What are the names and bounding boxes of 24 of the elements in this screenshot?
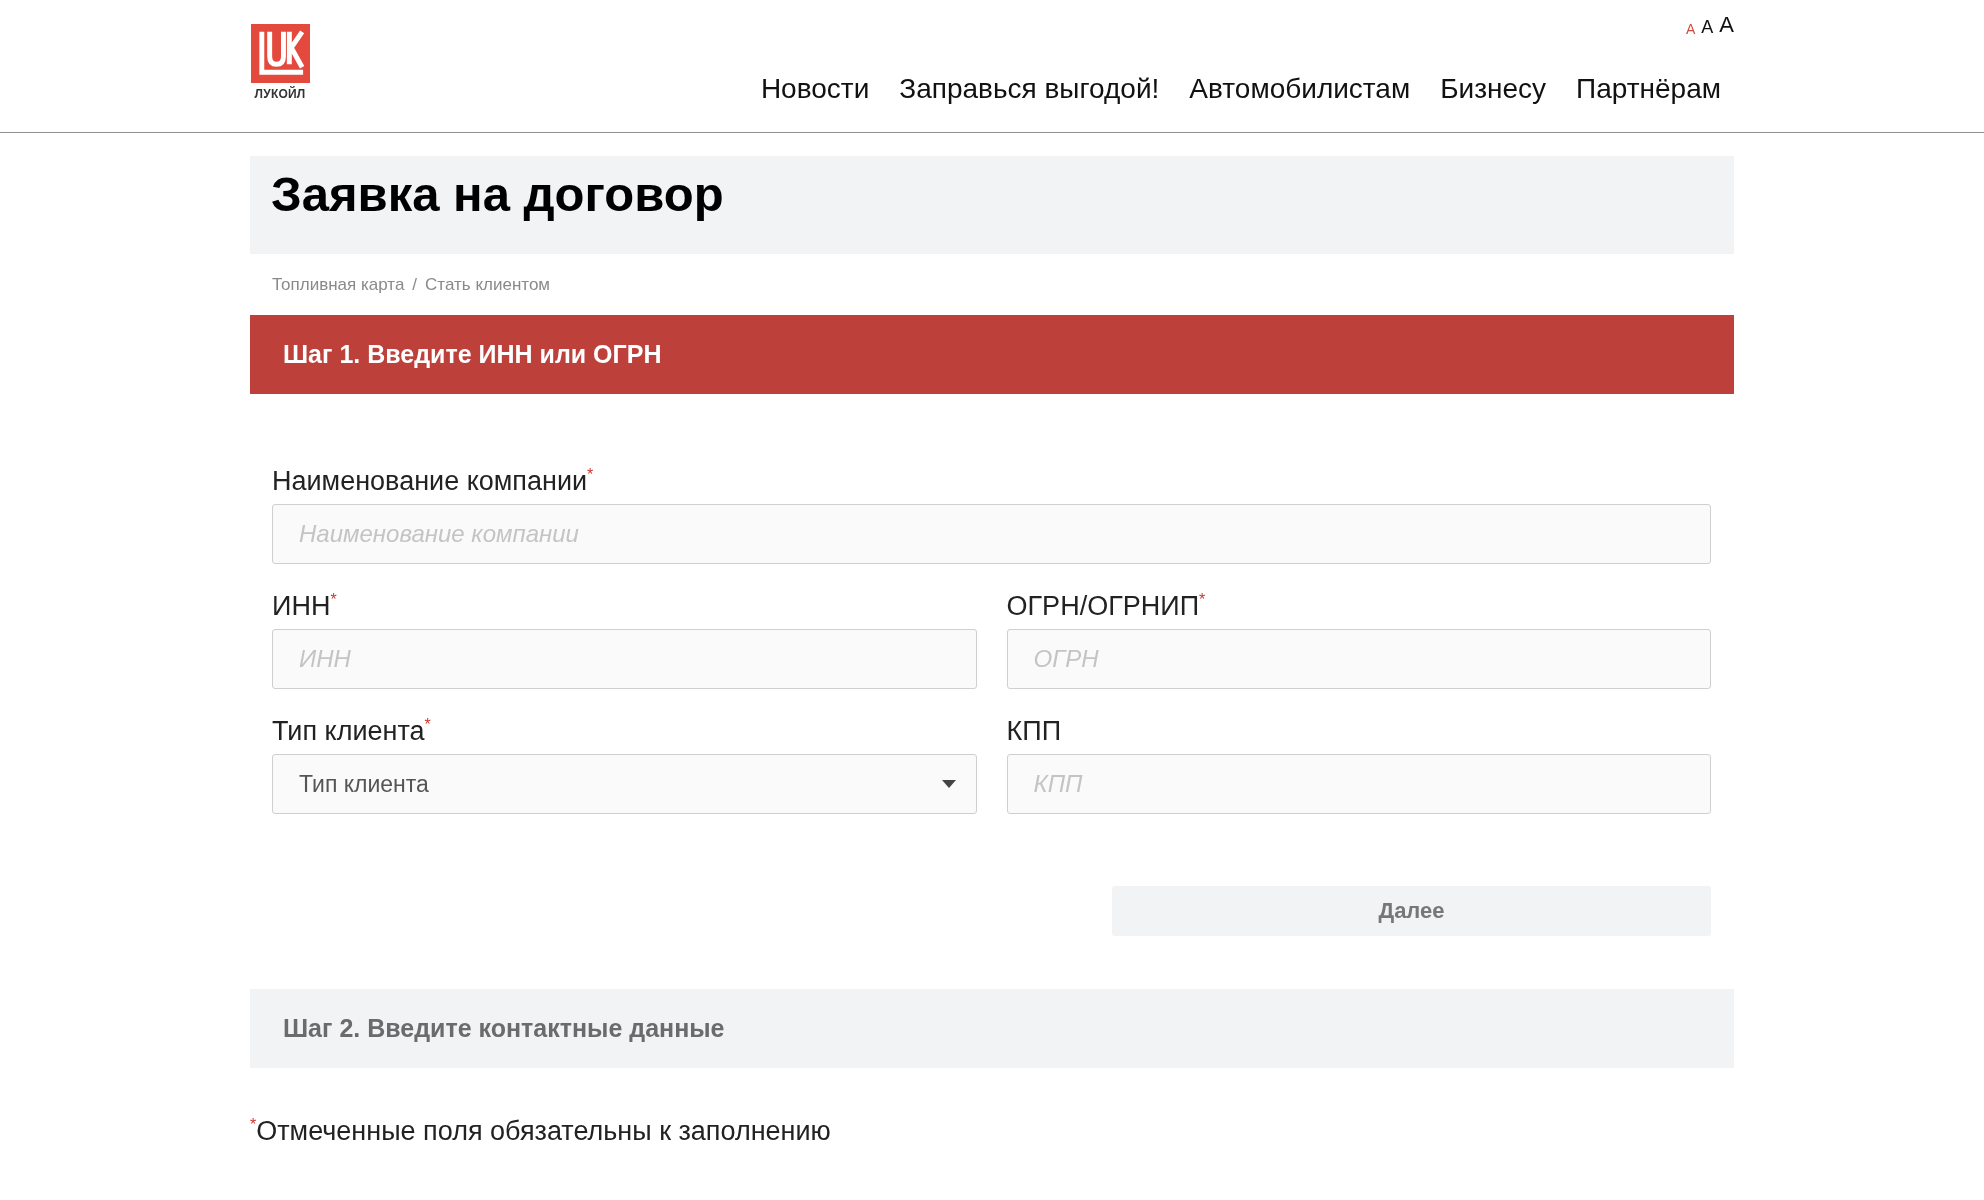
required-fields-note: $^{*}$Отмеченные поля обязательны к заполнению [250, 1116, 831, 1146]
logo-icon[interactable] [250, 24, 310, 83]
step-header[interactable]: Шаг 1. Введите ИНН или ОГРН [250, 315, 1734, 394]
field-label: ОГРН/ОГРНИП$^{*}$ [1006, 591, 1206, 621]
nav-link[interactable]: Партнёрам [1576, 73, 1721, 105]
font-size-button[interactable]: A [1719, 14, 1734, 36]
nav-link[interactable]: Заправься выгодой! [899, 73, 1160, 105]
nav-link[interactable]: Новости [760, 73, 870, 105]
logo-text: ЛУКОЙЛ [254, 87, 306, 101]
field-label: КПП [1006, 716, 1062, 746]
dropdown-select[interactable]: Тип клиента [272, 754, 977, 814]
font-size-button[interactable]: A [1685, 22, 1696, 36]
field-label: ИНН$^{*}$ [272, 591, 337, 621]
nav-link[interactable]: Бизнесу [1440, 73, 1547, 105]
nav-link[interactable]: Автомобилистам [1189, 73, 1411, 105]
breadcrumb-separator: / [412, 274, 418, 295]
font-size-button[interactable]: A [1701, 18, 1714, 36]
breadcrumb-link[interactable]: Стать клиентом [425, 274, 551, 295]
caret-icon [941, 780, 956, 788]
breadcrumb-link[interactable]: Топливная карта [272, 274, 405, 295]
field-label: Тип клиента$^{*}$ [272, 716, 431, 746]
step-header[interactable]: Шаг 2. Введите контактные данные [250, 989, 1734, 1068]
page-title: Заявка на договор [271, 166, 724, 222]
field-label: Наименование компании$^{*}$ [272, 466, 594, 496]
